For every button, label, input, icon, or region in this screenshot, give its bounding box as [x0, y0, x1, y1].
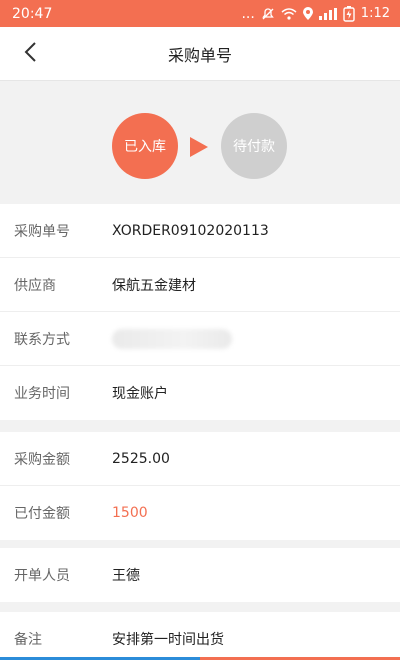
wifi-icon — [281, 7, 297, 20]
app-header: 采购单号 — [0, 27, 400, 81]
step-pending-payment: 待付款 — [221, 113, 287, 179]
order-info-section: 采购单号 XORDER09102020113 供应商 保航五金建材 联系方式 业… — [0, 204, 400, 420]
purchase-amount-label: 采购金额 — [14, 451, 70, 468]
paid-amount-row: 已付金额 1500 — [0, 486, 400, 540]
supplier-label: 供应商 — [14, 277, 56, 294]
supplier-value: 保航五金建材 — [112, 277, 196, 294]
remark-label: 备注 — [14, 632, 42, 648]
creator-row: 开单人员 王德 — [0, 548, 400, 602]
purchase-amount-row: 采购金额 2525.00 — [0, 432, 400, 486]
creator-value: 王德 — [112, 568, 140, 584]
status-bar: 20:47 ... 1:12 — [0, 0, 400, 27]
purchase-amount-value: 2525.00 — [112, 450, 170, 467]
paid-amount-value: 1500 — [112, 505, 148, 521]
page-title: 采购单号 — [167, 45, 232, 65]
location-icon — [302, 7, 313, 20]
order-no-value: XORDER09102020113 — [112, 222, 269, 239]
business-time-label: 业务时间 — [14, 386, 70, 402]
order-progress: 已入库 待付款 — [0, 81, 400, 201]
status-icons: ... 1:12 — [241, 5, 390, 22]
signal-icon — [318, 7, 337, 20]
status-time-secondary: 1:12 — [360, 6, 390, 21]
remark-value: 安排第一时间出货 — [112, 632, 224, 648]
supplier-row: 供应商 保航五金建材 — [0, 258, 400, 312]
back-button[interactable] — [10, 27, 50, 81]
creator-section: 开单人员 王德 — [0, 548, 400, 602]
order-no-label: 采购单号 — [14, 223, 70, 240]
contact-value-redacted — [112, 328, 232, 349]
notification-dots: ... — [241, 5, 255, 22]
creator-label: 开单人员 — [14, 568, 70, 584]
contact-label: 联系方式 — [14, 331, 70, 348]
screen: 20:47 ... 1:12 采购单号 已入库 待付款 采购单号 XORDER0… — [0, 0, 400, 660]
contact-row: 联系方式 — [0, 312, 400, 366]
remark-row: 备注 安排第一时间出货 — [0, 612, 400, 660]
business-time-row: 业务时间 现金账户 — [0, 366, 400, 420]
business-time-value: 现金账户 — [112, 386, 168, 402]
battery-charging-icon — [343, 5, 355, 22]
arrow-right-icon — [189, 136, 209, 162]
paid-amount-label: 已付金额 — [14, 506, 70, 522]
chevron-left-icon — [23, 41, 37, 67]
mute-icon — [261, 7, 275, 21]
amount-section: 采购金额 2525.00 已付金额 1500 — [0, 432, 400, 540]
remark-section: 备注 安排第一时间出货 — [0, 612, 400, 660]
step-stocked: 已入库 — [112, 113, 178, 179]
status-time: 20:47 — [12, 5, 53, 22]
order-no-row: 采购单号 XORDER09102020113 — [0, 204, 400, 258]
